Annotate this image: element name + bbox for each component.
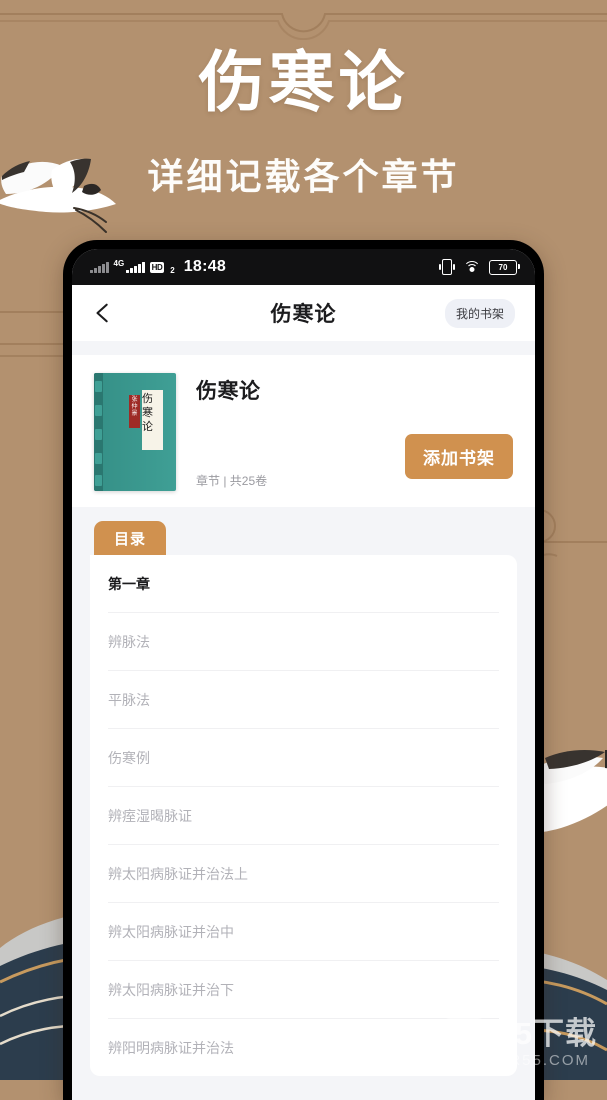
chapter-list-item[interactable]: 辨阳明病脉证并治法 (108, 1019, 499, 1076)
chapter-list-item[interactable]: 伤寒例 (108, 729, 499, 787)
tab-catalog[interactable]: 目录 (94, 521, 167, 555)
wifi-icon (463, 261, 481, 273)
phone-screen: 4G HD 2 18:48 70 伤寒论 我的书架 张仲景 伤寒论 伤寒论 章节… (72, 249, 535, 1100)
vibrate-icon (439, 259, 455, 275)
chapter-list-item[interactable]: 辨太阳病脉证并治法上 (108, 845, 499, 903)
chapter-list: 第一章 辨脉法 平脉法 伤寒例 辨痓湿暍脉证 辨太阳病脉证并治法上 辨太阳病脉证并治中 辨太阳… (90, 555, 517, 1076)
cover-author-seal: 张仲景 (129, 395, 140, 428)
chapter-group-heading: 第一章 (108, 555, 499, 613)
network-type-label: 4G (113, 258, 125, 268)
catalog-section: 目录 第一章 辨脉法 平脉法 伤寒例 辨痓湿暍脉证 辨太阳病脉证并治法上 辨太阳病脉证并治中… (72, 521, 535, 1076)
status-clock: 18:48 (183, 258, 227, 275)
book-cover[interactable]: 张仲景 伤寒论 (94, 373, 176, 491)
hd-sub-label: 2 (170, 265, 175, 275)
my-bookshelf-button[interactable]: 我的书架 (444, 298, 515, 328)
status-bar: 4G HD 2 18:48 70 (72, 249, 535, 285)
chapter-list-item[interactable]: 平脉法 (108, 671, 499, 729)
top-border-ornament (0, 13, 607, 40)
section-gap (72, 341, 535, 355)
battery-icon: 70 (489, 259, 520, 275)
book-title: 伤寒论 (196, 380, 261, 403)
cover-title-label: 伤寒论 (142, 390, 163, 450)
promo-subtitle: 详细记载各个章节 (147, 156, 460, 197)
signal-bars-icon (126, 261, 145, 273)
chapter-list-item[interactable]: 辨脉法 (108, 613, 499, 671)
signal-bars-dim-icon (90, 261, 109, 273)
phone-mockup: 4G HD 2 18:48 70 伤寒论 我的书架 张仲景 伤寒论 伤寒论 章节… (63, 240, 544, 1100)
chapter-list-item[interactable]: 辨痓湿暍脉证 (108, 787, 499, 845)
book-info-card: 张仲景 伤寒论 伤寒论 章节 | 共25卷 添加书架 (72, 355, 535, 507)
chapter-list-item[interactable]: 辨太阳病脉证并治下 (108, 961, 499, 1019)
chapter-list-item[interactable]: 辨太阳病脉证并治中 (108, 903, 499, 961)
battery-level-label: 70 (498, 262, 508, 272)
promo-title: 伤寒论 (198, 45, 409, 119)
app-navbar: 伤寒论 我的书架 (72, 285, 535, 341)
hd-voice-icon: HD (149, 261, 165, 273)
add-to-bookshelf-button[interactable]: 添加书架 (405, 434, 513, 479)
